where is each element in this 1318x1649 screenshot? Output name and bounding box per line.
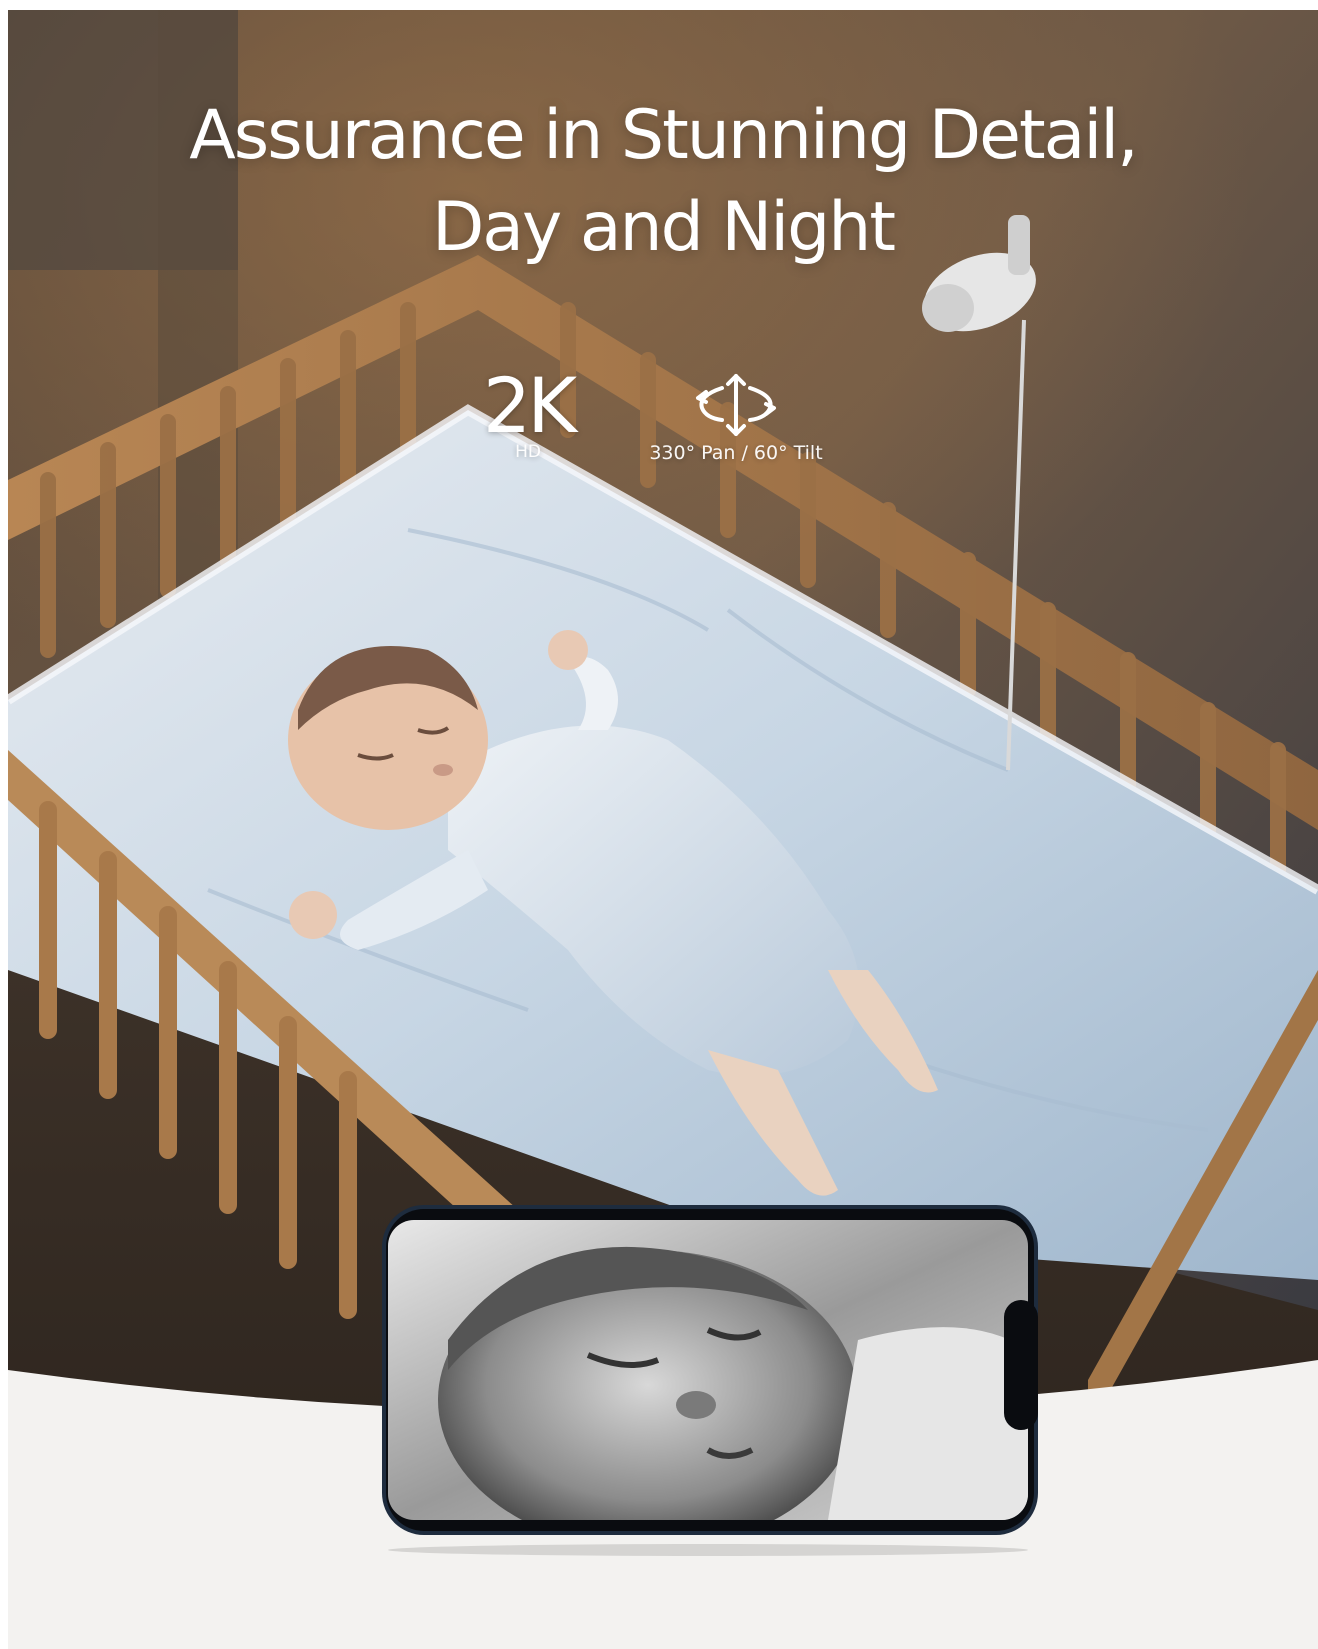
pan-tilt-rotate-icon	[696, 374, 776, 436]
phone-live-view	[382, 1205, 1038, 1535]
pan-tilt-label: 330° Pan / 60° Tilt	[649, 442, 823, 464]
headline-line-2: Day and Night	[431, 188, 896, 267]
product-banner: Assurance in Stunning Detail, Day and Ni…	[8, 10, 1318, 1649]
resolution-label: HD	[515, 442, 541, 462]
resolution-value: 2K	[482, 361, 577, 450]
feature-pan-tilt: 330° Pan / 60° Tilt	[636, 370, 836, 464]
feature-resolution: 2K HD	[468, 361, 588, 463]
headline-line-1: Assurance in Stunning Detail,	[189, 96, 1138, 175]
headline: Assurance in Stunning Detail, Day and Ni…	[8, 90, 1318, 274]
